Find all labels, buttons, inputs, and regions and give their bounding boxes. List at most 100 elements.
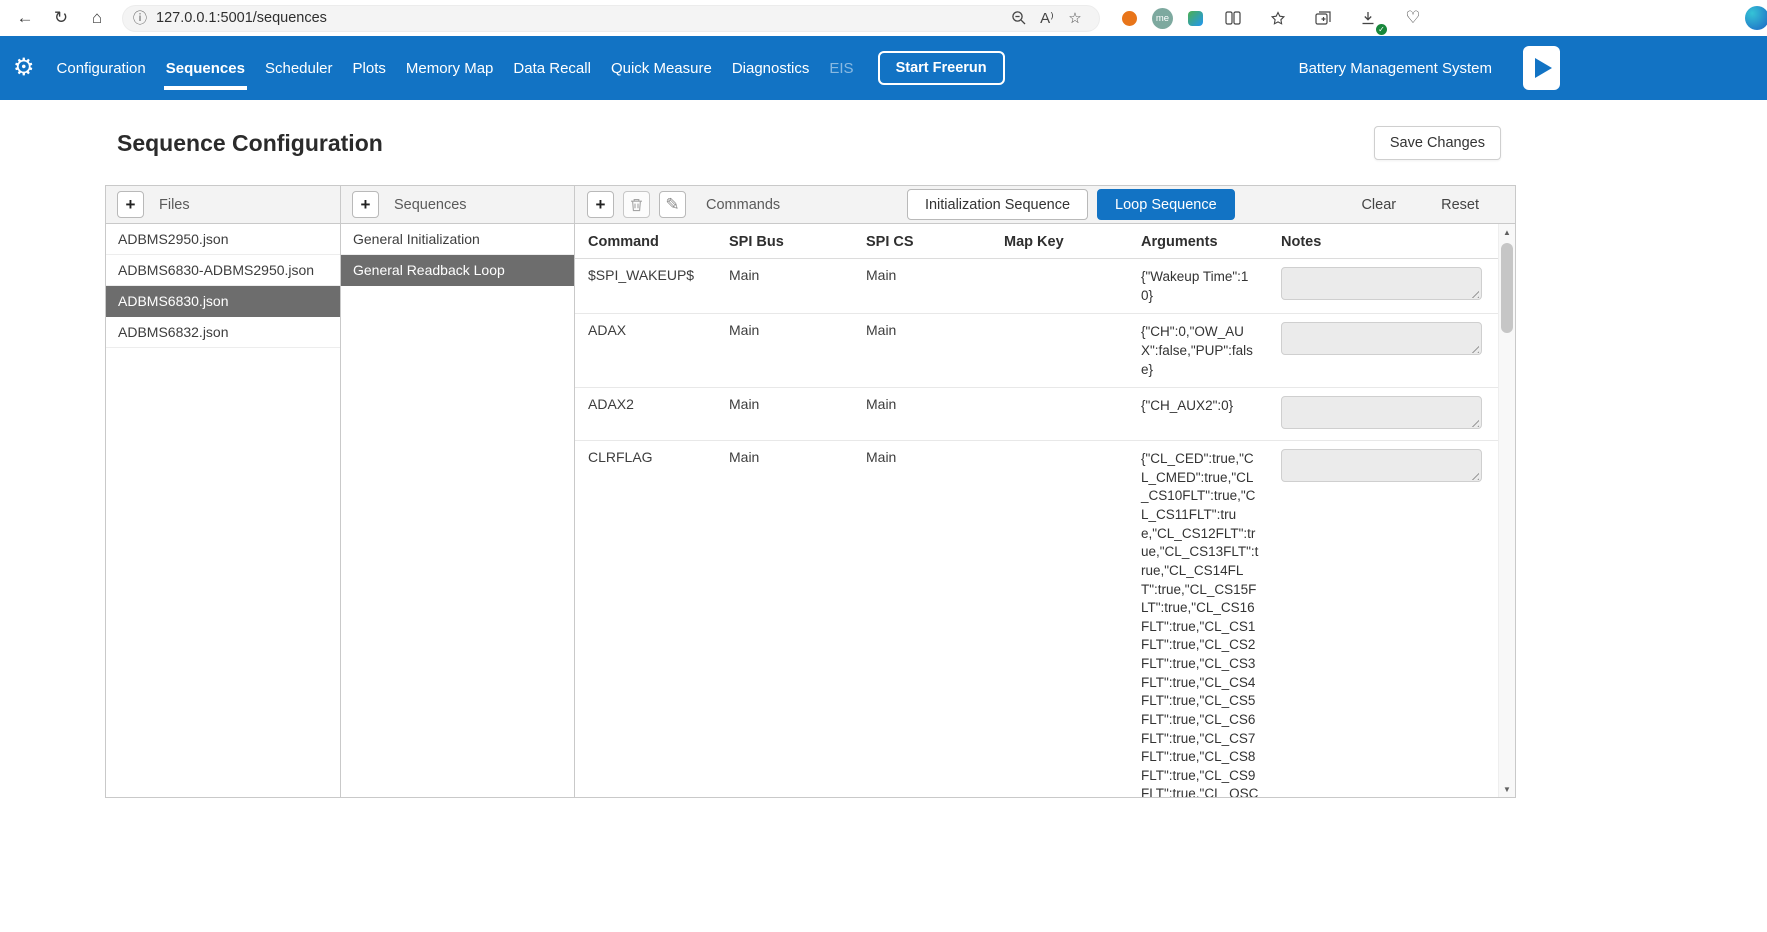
commands-table: Command SPI Bus SPI CS Map Key Arguments… [575,224,1498,797]
files-panel: + Files ADBMS2950.json ADBMS6830-ADBMS29… [105,185,341,798]
collections-icon[interactable] [1308,4,1338,32]
col-map-key: Map Key [1004,234,1141,250]
cell-spi-cs: Main [866,322,1004,379]
commands-table-wrap: Command SPI Bus SPI CS Map Key Arguments… [575,224,1515,797]
notes-input[interactable] [1281,267,1482,300]
extension-icons: me ✓ ♡ [1122,4,1428,32]
notes-input[interactable] [1281,396,1482,429]
nav-item-eis: EIS [822,36,860,100]
cell-arguments: {"CH":0,"OW_AUX":false,"PUP":false} [1141,322,1259,379]
cell-map-key [1004,267,1141,305]
sequences-panel-header: + Sequences [341,186,574,224]
scroll-up-icon[interactable]: ▲ [1499,224,1515,240]
col-spi-bus: SPI Bus [729,234,866,250]
cell-spi-bus: Main [729,267,866,305]
add-file-button[interactable]: + [117,191,144,218]
downloads-icon[interactable]: ✓ [1353,4,1383,32]
read-aloud-icon[interactable]: A⁾ [1033,9,1061,27]
sidebar-play-button[interactable] [1523,46,1560,90]
panels-container: + Files ADBMS2950.json ADBMS6830-ADBMS29… [105,185,1516,798]
cell-spi-cs: Main [866,267,1004,305]
page-header: Sequence Configuration Save Changes [105,126,1516,160]
sequence-item[interactable]: General Initialization [341,224,574,255]
start-freerun-button[interactable]: Start Freerun [878,51,1005,85]
reset-button[interactable]: Reset [1441,197,1479,213]
files-panel-header: + Files [106,186,340,224]
cell-command: CLRFLAG [588,449,729,797]
clear-button[interactable]: Clear [1361,197,1396,213]
cell-command: $SPI_WAKEUP$ [588,267,729,305]
scroll-down-icon[interactable]: ▼ [1499,781,1515,797]
nav-item-configuration[interactable]: Configuration [50,36,153,100]
profile-avatar[interactable]: me [1152,8,1173,29]
app-navbar: ⚙ Configuration Sequences Scheduler Plot… [0,36,1767,100]
cell-arguments: {"Wakeup Time":10} [1141,267,1259,305]
commands-toolbar: + ✎ Commands Initialization Sequence Loo… [575,186,1515,224]
initialization-sequence-button[interactable]: Initialization Sequence [907,189,1088,220]
col-notes: Notes [1281,234,1498,250]
table-scrollbar[interactable]: ▲ ▼ [1498,224,1515,797]
url-text[interactable]: 127.0.0.1:5001/sequences [156,10,1005,26]
refresh-icon[interactable]: ↻ [46,4,76,32]
nav-item-diagnostics[interactable]: Diagnostics [725,36,817,100]
add-command-button[interactable]: + [587,191,614,218]
browser-essentials-icon[interactable]: ♡ [1398,4,1428,32]
table-row[interactable]: ADAX2 Main Main {"CH_AUX2":0} [575,388,1498,441]
sequence-item-selected[interactable]: General Readback Loop [341,255,574,286]
extension-color-icon[interactable] [1188,11,1203,26]
cell-spi-cs: Main [866,396,1004,432]
table-header-row: Command SPI Bus SPI CS Map Key Arguments… [575,224,1498,259]
zoom-out-icon[interactable] [1005,10,1033,26]
scrollbar-thumb[interactable] [1501,243,1513,333]
cell-spi-bus: Main [729,449,866,797]
add-sequence-button[interactable]: + [352,191,379,218]
cell-spi-cs: Main [866,449,1004,797]
table-row[interactable]: CLRFLAG Main Main {"CL_CED":true,"CL_CME… [575,441,1498,797]
file-item[interactable]: ADBMS6830-ADBMS2950.json [106,255,340,286]
cell-notes [1281,322,1498,379]
nav-item-plots[interactable]: Plots [346,36,393,100]
save-changes-button[interactable]: Save Changes [1374,126,1501,160]
files-panel-title: Files [159,197,190,213]
extension-orange-icon[interactable] [1122,11,1137,26]
app-title: Battery Management System [1299,60,1492,77]
browser-chrome: ← ↻ ⌂ ⓘ 127.0.0.1:5001/sequences A⁾ ☆ me… [0,0,1767,36]
favorites-bar-icon[interactable] [1263,4,1293,32]
cell-notes [1281,267,1498,305]
nav-item-scheduler[interactable]: Scheduler [258,36,340,100]
commands-panel: + ✎ Commands Initialization Sequence Loo… [574,185,1516,798]
edge-copilot-icon[interactable] [1745,6,1767,30]
site-info-icon[interactable]: ⓘ [133,8,147,28]
delete-command-button[interactable] [623,191,650,218]
col-command: Command [588,234,729,250]
cell-map-key [1004,396,1141,432]
sequences-panel: + Sequences General Initialization Gener… [340,185,575,798]
nav-item-quick-measure[interactable]: Quick Measure [604,36,719,100]
favorites-star-icon[interactable]: ☆ [1061,9,1089,27]
address-bar[interactable]: ⓘ 127.0.0.1:5001/sequences A⁾ ☆ [122,5,1100,32]
cell-command: ADAX2 [588,396,729,432]
file-item-selected[interactable]: ADBMS6830.json [106,286,340,317]
back-icon[interactable]: ← [10,4,40,32]
loop-sequence-button[interactable]: Loop Sequence [1097,189,1235,220]
cell-command: ADAX [588,322,729,379]
download-complete-badge: ✓ [1376,24,1387,35]
split-screen-icon[interactable] [1218,4,1248,32]
nav-item-sequences[interactable]: Sequences [159,36,252,100]
nav-item-data-recall[interactable]: Data Recall [506,36,598,100]
cell-arguments: {"CL_CED":true,"CL_CMED":true,"CL_CS10FL… [1141,449,1259,797]
cell-spi-bus: Main [729,322,866,379]
nav-item-memory-map[interactable]: Memory Map [399,36,501,100]
col-spi-cs: SPI CS [866,234,1004,250]
home-icon[interactable]: ⌂ [82,4,112,32]
file-item[interactable]: ADBMS2950.json [106,224,340,255]
edit-command-button[interactable]: ✎ [659,191,686,218]
cell-map-key [1004,322,1141,379]
file-item[interactable]: ADBMS6832.json [106,317,340,348]
settings-gear-icon[interactable]: ⚙ [13,56,35,80]
page-title: Sequence Configuration [117,130,383,157]
notes-input[interactable] [1281,449,1482,482]
notes-input[interactable] [1281,322,1482,355]
table-row[interactable]: $SPI_WAKEUP$ Main Main {"Wakeup Time":10… [575,259,1498,314]
table-row[interactable]: ADAX Main Main {"CH":0,"OW_AUX":false,"P… [575,314,1498,388]
